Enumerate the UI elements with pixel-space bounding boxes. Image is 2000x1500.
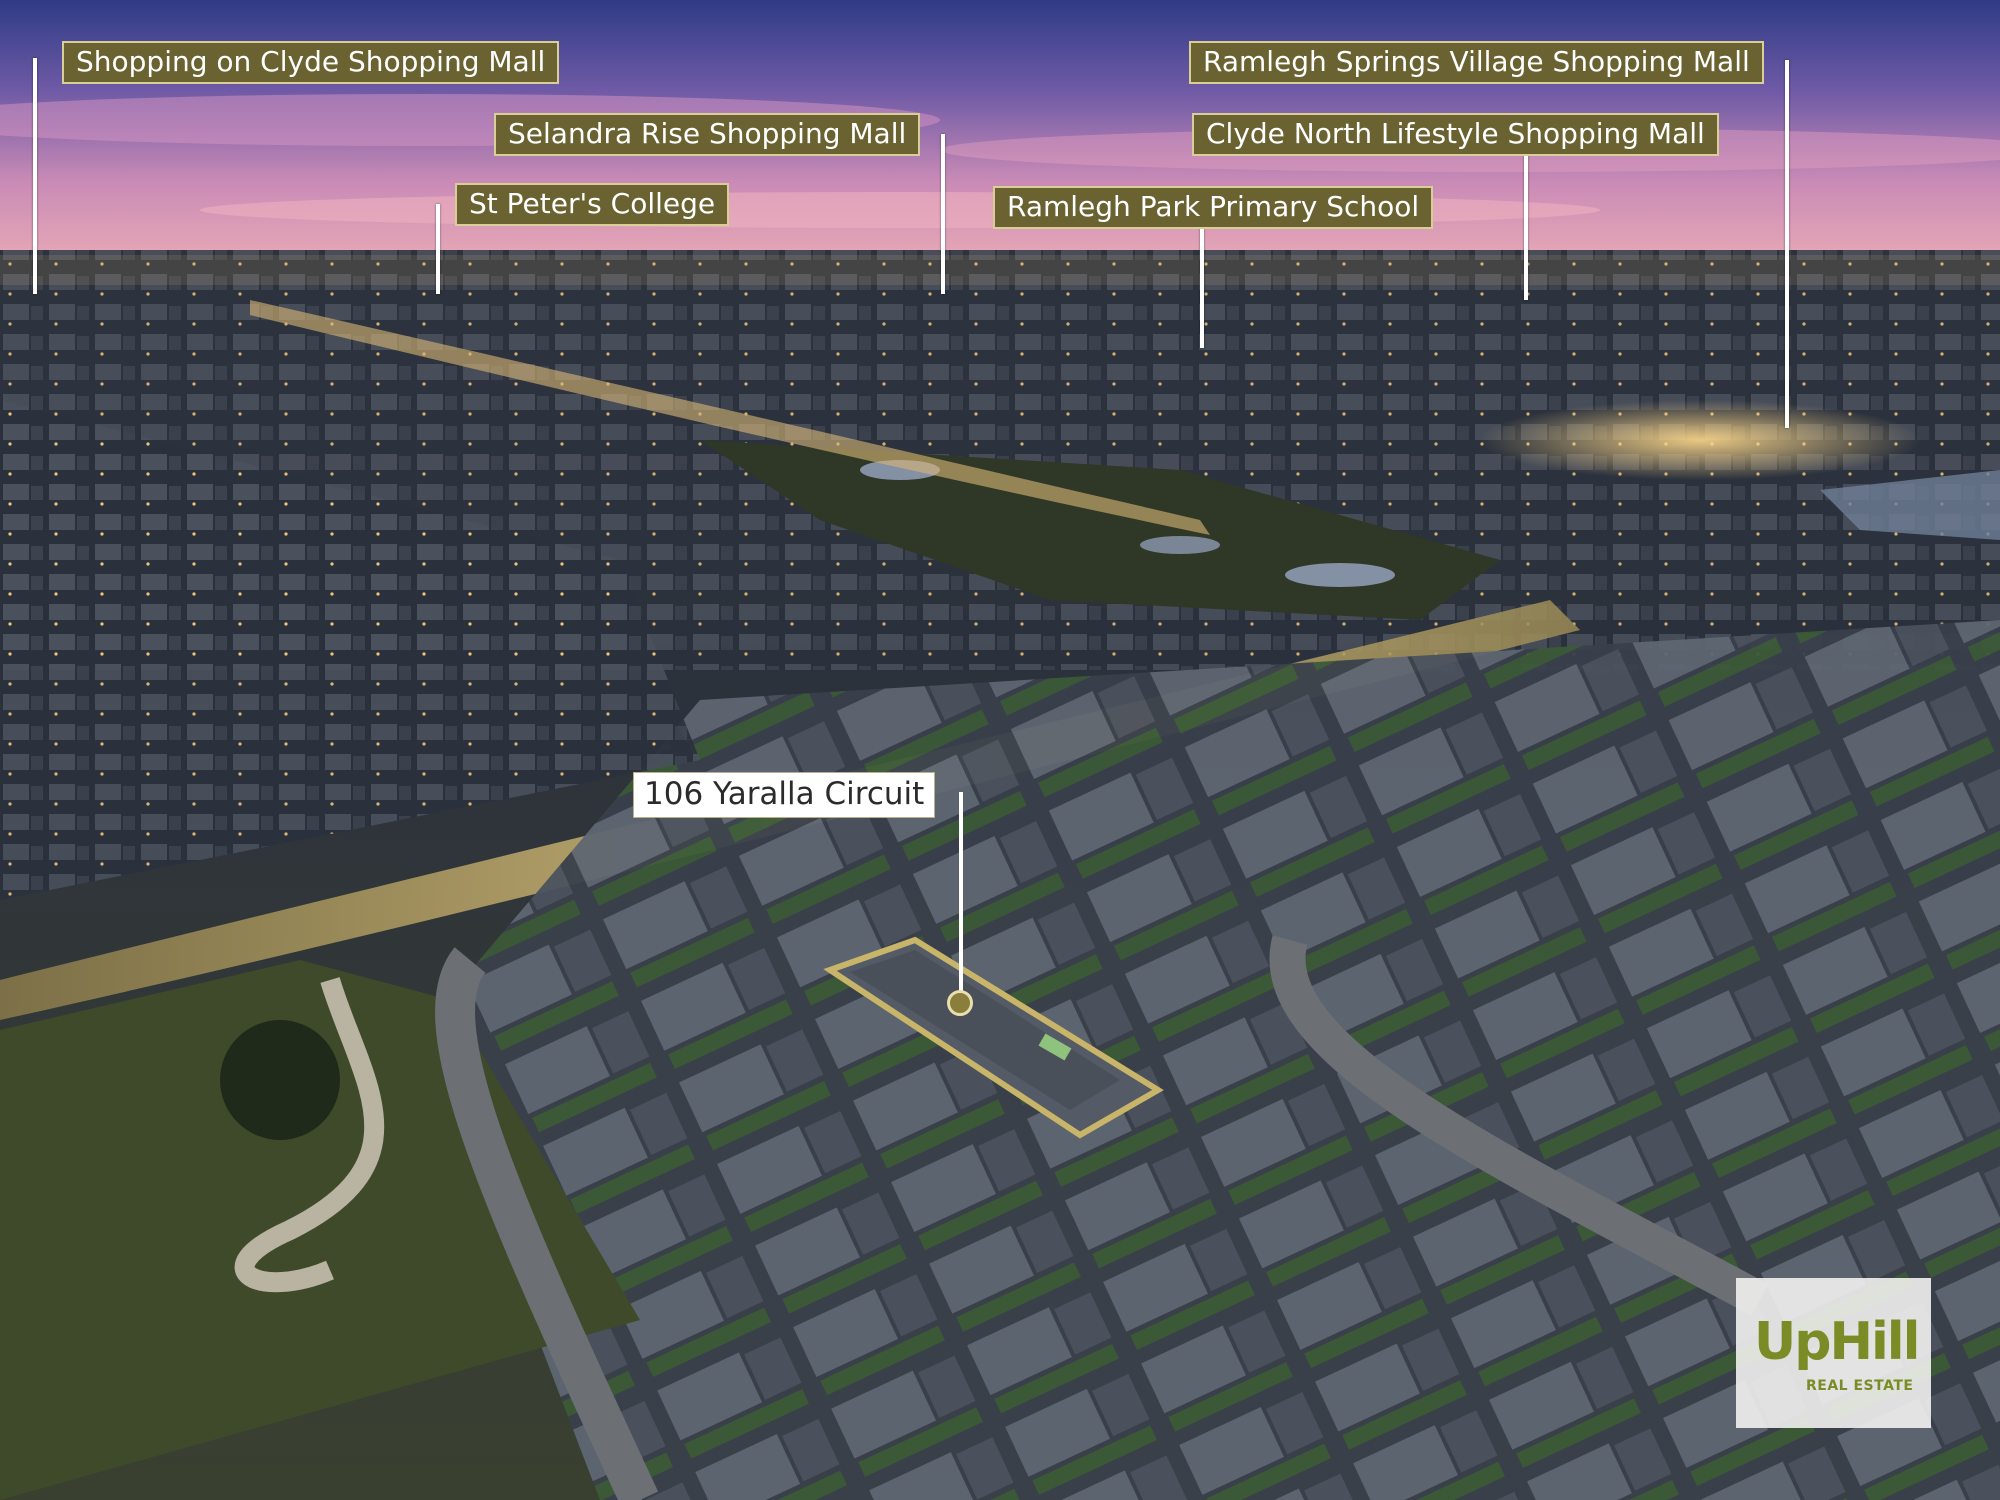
leader-line (436, 204, 440, 294)
poi-label-shopping-on-clyde: Shopping on Clyde Shopping Mall (62, 41, 560, 84)
property-leader-line (959, 792, 963, 992)
uphill-real-estate-logo: UpHill REAL ESTATE (1736, 1278, 1931, 1428)
logo-subtitle: REAL ESTATE (1806, 1378, 1914, 1394)
property-marker (947, 990, 973, 1016)
leader-line (33, 58, 37, 294)
poi-label-st-peters-college: St Peter's College (455, 183, 730, 226)
poi-label-clyde-north-lifestyle: Clyde North Lifestyle Shopping Mall (1192, 113, 1719, 156)
leader-line (1785, 60, 1789, 428)
logo-mark: UpHill (1754, 1312, 1920, 1372)
leader-line (941, 134, 945, 294)
poi-label-ramlegh-park-primary: Ramlegh Park Primary School (993, 186, 1434, 229)
poi-label-selandra-rise: Selandra Rise Shopping Mall (494, 113, 921, 156)
poi-label-ramlegh-springs: Ramlegh Springs Village Shopping Mall (1189, 41, 1764, 84)
leader-line (1524, 152, 1528, 300)
property-address-label: 106 Yaralla Circuit (633, 772, 936, 818)
leader-line (1200, 222, 1204, 348)
